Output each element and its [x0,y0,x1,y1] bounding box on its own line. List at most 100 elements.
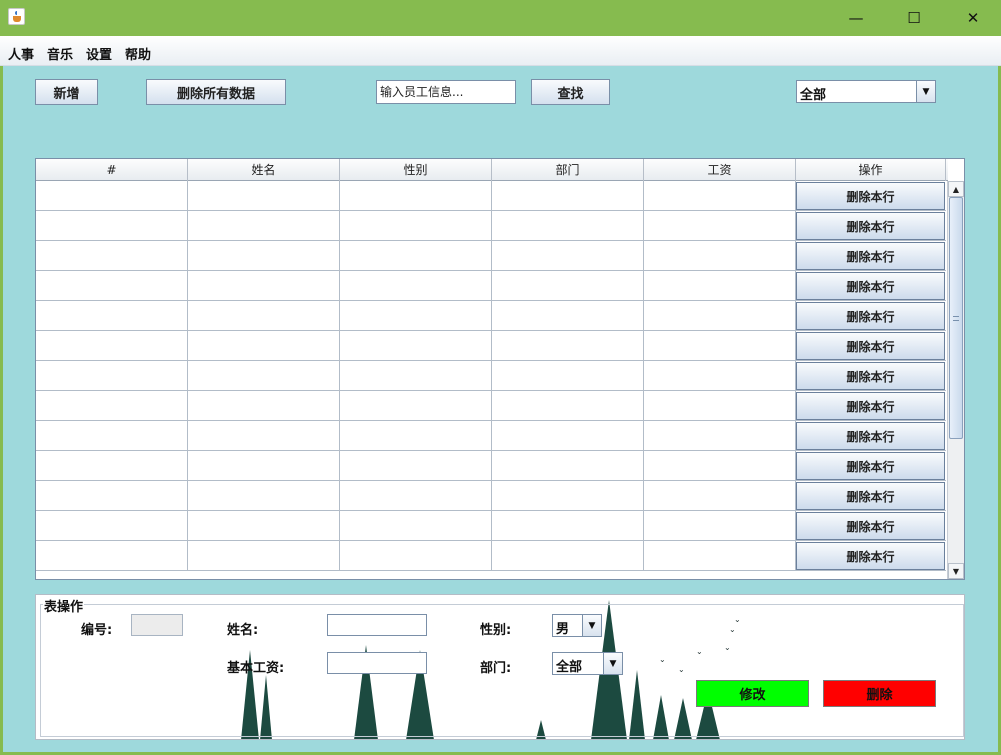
table-row[interactable]: 删除本行 [36,301,948,331]
menu-personnel[interactable]: 人事 [8,44,34,63]
delete-button[interactable]: 删除 [823,680,936,707]
table-cell[interactable] [492,541,644,571]
table-cell[interactable] [36,301,188,331]
delete-row-button[interactable]: 删除本行 [796,362,945,390]
chevron-down-icon[interactable]: ▼ [916,81,935,102]
column-header-department[interactable]: 部门 [492,159,644,181]
delete-row-button[interactable]: 删除本行 [796,272,945,300]
table-row[interactable]: 删除本行 [36,451,948,481]
table-cell[interactable] [340,361,492,391]
close-button[interactable]: ✕ [950,0,996,36]
delete-all-button[interactable]: 删除所有数据 [146,79,286,105]
table-cell[interactable] [36,541,188,571]
table-cell[interactable] [340,271,492,301]
menu-settings[interactable]: 设置 [86,44,112,63]
search-input[interactable]: 输入员工信息... [376,80,516,104]
table-cell[interactable] [644,541,796,571]
table-cell[interactable] [492,271,644,301]
table-row[interactable]: 删除本行 [36,481,948,511]
filter-select[interactable]: 全部 ▼ [796,80,936,103]
delete-row-button[interactable]: 删除本行 [796,422,945,450]
table-cell[interactable] [188,541,340,571]
table-cell[interactable] [36,361,188,391]
table-cell[interactable] [644,301,796,331]
table-cell[interactable] [492,511,644,541]
table-row[interactable]: 删除本行 [36,211,948,241]
column-header-salary[interactable]: 工资 [644,159,796,181]
table-cell[interactable] [340,331,492,361]
add-button[interactable]: 新增 [35,79,98,105]
table-row[interactable]: 删除本行 [36,241,948,271]
table-cell[interactable] [492,391,644,421]
table-cell[interactable] [644,421,796,451]
table-cell[interactable] [340,541,492,571]
salary-field[interactable] [327,652,427,674]
table-cell[interactable] [188,391,340,421]
table-cell[interactable] [36,241,188,271]
table-row[interactable]: 删除本行 [36,541,948,571]
table-cell[interactable] [36,391,188,421]
table-cell[interactable] [36,481,188,511]
table-cell[interactable] [340,181,492,211]
table-cell[interactable] [644,451,796,481]
table-cell[interactable] [492,241,644,271]
table-cell[interactable] [492,211,644,241]
column-header-index[interactable]: # [36,159,188,181]
table-cell[interactable] [188,211,340,241]
table-cell[interactable] [340,451,492,481]
chevron-down-icon[interactable]: ▼ [582,615,601,636]
table-cell[interactable] [340,301,492,331]
table-cell[interactable] [340,481,492,511]
table-cell[interactable] [492,421,644,451]
delete-row-button[interactable]: 删除本行 [796,392,945,420]
table-cell[interactable] [644,211,796,241]
table-cell[interactable] [340,421,492,451]
table-cell[interactable] [188,511,340,541]
delete-row-button[interactable]: 删除本行 [796,212,945,240]
table-row[interactable]: 删除本行 [36,271,948,301]
maximize-button[interactable]: ☐ [891,0,937,36]
menu-help[interactable]: 帮助 [125,44,151,63]
table-cell[interactable] [644,271,796,301]
delete-row-button[interactable]: 删除本行 [796,452,945,480]
table-cell[interactable] [644,241,796,271]
table-cell[interactable] [36,181,188,211]
table-cell[interactable] [340,211,492,241]
table-cell[interactable] [644,391,796,421]
table-cell[interactable] [644,481,796,511]
table-row[interactable]: 删除本行 [36,361,948,391]
department-select[interactable]: 全部 ▼ [552,652,623,675]
search-button[interactable]: 查找 [531,79,610,105]
table-cell[interactable] [340,241,492,271]
scroll-thumb[interactable] [949,197,963,439]
gender-select[interactable]: 男 ▼ [552,614,602,637]
table-cell[interactable] [36,421,188,451]
table-cell[interactable] [36,451,188,481]
delete-row-button[interactable]: 删除本行 [796,182,945,210]
table-row[interactable]: 删除本行 [36,421,948,451]
column-header-action[interactable]: 操作 [796,159,946,181]
table-cell[interactable] [492,301,644,331]
table-cell[interactable] [188,451,340,481]
delete-row-button[interactable]: 删除本行 [796,542,945,570]
table-row[interactable]: 删除本行 [36,181,948,211]
table-cell[interactable] [492,181,644,211]
table-row[interactable]: 删除本行 [36,331,948,361]
scroll-up-icon[interactable]: ▲ [948,181,964,197]
delete-row-button[interactable]: 删除本行 [796,482,945,510]
table-cell[interactable] [36,331,188,361]
table-cell[interactable] [644,511,796,541]
table-cell[interactable] [188,241,340,271]
table-cell[interactable] [188,331,340,361]
table-scrollbar[interactable]: ▲ ▼ [947,181,964,579]
table-cell[interactable] [36,511,188,541]
column-header-name[interactable]: 姓名 [188,159,340,181]
minimize-button[interactable]: — [833,0,879,36]
table-cell[interactable] [644,331,796,361]
delete-row-button[interactable]: 删除本行 [796,242,945,270]
table-cell[interactable] [188,421,340,451]
table-cell[interactable] [492,361,644,391]
scroll-down-icon[interactable]: ▼ [948,563,964,579]
table-cell[interactable] [188,481,340,511]
delete-row-button[interactable]: 删除本行 [796,302,945,330]
